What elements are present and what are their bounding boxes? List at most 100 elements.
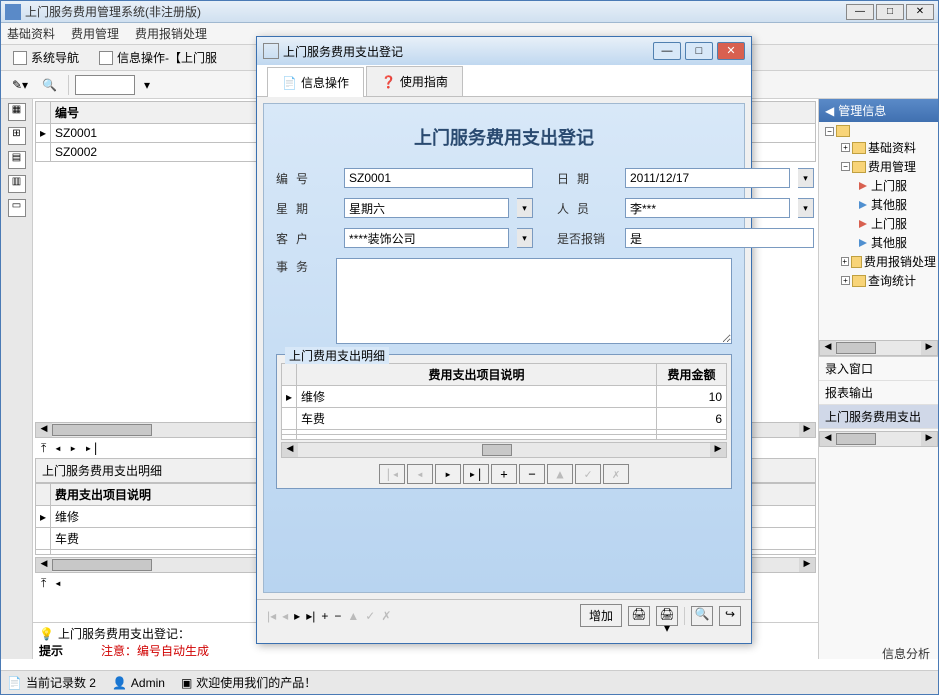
- doc-ops[interactable]: 信息操作-【上门服: [93, 47, 223, 68]
- nav-first-icon[interactable]: |◂: [379, 464, 405, 484]
- cancel-icon[interactable]: ✗: [603, 464, 629, 484]
- detail-hscroll[interactable]: ◀▶: [281, 442, 727, 458]
- cust-field[interactable]: [344, 228, 509, 248]
- dialog-minimize-button[interactable]: —: [653, 42, 681, 60]
- strip-btn-4[interactable]: ▥: [8, 175, 26, 193]
- action-report[interactable]: 报表输出: [819, 381, 938, 405]
- doc-ops-label: 信息操作-【上门服: [117, 49, 217, 66]
- chevron-down-icon[interactable]: ▾: [517, 198, 533, 218]
- nav-first-icon[interactable]: ⤒: [41, 576, 46, 591]
- user-icon: 👤: [112, 676, 127, 690]
- confirm-icon[interactable]: ✓: [365, 609, 375, 623]
- nav-last-icon[interactable]: ▸|: [463, 464, 489, 484]
- actions-hscroll[interactable]: ◀▶: [819, 431, 938, 447]
- expand-icon[interactable]: +: [841, 276, 850, 285]
- delete-icon[interactable]: −: [519, 464, 545, 484]
- nav-prev-icon[interactable]: ◂: [54, 576, 61, 590]
- collapse-icon[interactable]: −: [841, 162, 850, 171]
- expand-icon[interactable]: +: [841, 143, 850, 152]
- nav-last-icon[interactable]: ▸|: [85, 441, 99, 455]
- date-field[interactable]: [625, 168, 790, 188]
- tree-hscroll[interactable]: ◀▶: [819, 340, 938, 356]
- table-row[interactable]: 车费6: [282, 408, 727, 430]
- search-icon[interactable]: 🔍: [37, 75, 62, 95]
- dialog-window: 上门服务费用支出登记 — □ ✕ 📄 信息操作 ❓ 使用指南 上门服务费用支出登…: [256, 36, 752, 644]
- edit-icon[interactable]: ▲: [347, 609, 359, 623]
- menu-basic[interactable]: 基础资料: [7, 25, 55, 42]
- tree-basic[interactable]: +基础资料: [821, 138, 936, 157]
- confirm-icon[interactable]: ✓: [575, 464, 601, 484]
- dialog-icon: [263, 43, 279, 59]
- maximize-button[interactable]: □: [876, 4, 904, 20]
- nav-prev-icon[interactable]: ◂: [407, 464, 433, 484]
- chevron-down-icon[interactable]: ▾: [517, 228, 533, 248]
- expand-icon[interactable]: +: [841, 257, 849, 266]
- toolbar-combo[interactable]: [75, 75, 135, 95]
- table-row[interactable]: [282, 435, 727, 440]
- exit-icon[interactable]: ↪: [719, 606, 741, 626]
- nav-prev-icon[interactable]: ◂: [282, 609, 288, 623]
- strip-btn-3[interactable]: ▤: [8, 151, 26, 169]
- expand-icon[interactable]: −: [825, 127, 834, 136]
- tree-leaf[interactable]: 其他服: [821, 195, 936, 214]
- nav-last-icon[interactable]: ▸|: [306, 609, 315, 623]
- chevron-down-icon[interactable]: ▾: [798, 198, 814, 218]
- tab-guide[interactable]: ❓ 使用指南: [366, 66, 463, 96]
- tree-root[interactable]: −: [821, 124, 936, 138]
- strip-btn-5[interactable]: ▭: [8, 199, 26, 217]
- nav-next-icon[interactable]: ▸: [294, 609, 300, 623]
- add-icon[interactable]: +: [491, 464, 517, 484]
- menu-reimb[interactable]: 费用报销处理: [135, 25, 207, 42]
- reimb-label: 是否报销: [557, 230, 617, 247]
- tree-leaf[interactable]: 上门服: [821, 176, 936, 195]
- nav-next-icon[interactable]: ▸: [70, 441, 77, 455]
- strip-btn-2[interactable]: ⊞: [8, 127, 26, 145]
- edit-icon[interactable]: ▲: [547, 464, 573, 484]
- minimize-button[interactable]: —: [846, 4, 874, 20]
- dropdown-icon[interactable]: ▾: [139, 75, 155, 95]
- strip-btn-1[interactable]: ▦: [8, 103, 26, 121]
- dialog-title: 上门服务费用支出登记: [283, 43, 653, 60]
- task-textarea[interactable]: [336, 258, 732, 344]
- tree-fee[interactable]: −费用管理: [821, 157, 936, 176]
- tree-stats[interactable]: +查询统计: [821, 271, 936, 290]
- add-button[interactable]: 增加: [580, 604, 622, 627]
- add-icon[interactable]: +: [321, 609, 328, 623]
- help-icon: ❓: [381, 75, 396, 89]
- detail-col-name[interactable]: 费用支出项目说明: [297, 364, 657, 386]
- row-pointer-icon: ▸: [36, 124, 51, 143]
- doc-nav[interactable]: 系统导航: [7, 47, 85, 68]
- reimb-field[interactable]: [625, 228, 814, 248]
- tree-leaf[interactable]: 上门服: [821, 214, 936, 233]
- detail-col-amt[interactable]: 费用金额: [657, 364, 727, 386]
- edit-icon[interactable]: ✎▾: [7, 75, 33, 95]
- print-preview-icon[interactable]: 🖨▾: [656, 606, 678, 626]
- back-icon[interactable]: ◀: [825, 104, 834, 118]
- action-selected[interactable]: 上门服务费用支出: [819, 405, 938, 429]
- close-button[interactable]: ✕: [906, 4, 934, 20]
- nav-prev-icon[interactable]: ◂: [54, 441, 61, 455]
- delete-icon[interactable]: −: [334, 609, 341, 623]
- tab-ops[interactable]: 📄 信息操作: [267, 67, 364, 97]
- nav-next-icon[interactable]: ▸: [435, 464, 461, 484]
- print-icon[interactable]: 🖨: [628, 606, 650, 626]
- action-input[interactable]: 录入窗口: [819, 357, 938, 381]
- dialog-maximize-button[interactable]: □: [685, 42, 713, 60]
- dialog-titlebar[interactable]: 上门服务费用支出登记 — □ ✕: [257, 37, 751, 65]
- menu-fee[interactable]: 费用管理: [71, 25, 119, 42]
- cancel-icon[interactable]: ✗: [381, 609, 391, 623]
- dialog-footer: |◂ ◂ ▸ ▸| + − ▲ ✓ ✗ 增加 🖨 🖨▾ 🔍 ↪: [257, 599, 751, 631]
- nav-first-icon[interactable]: |◂: [267, 609, 276, 623]
- chevron-down-icon[interactable]: ▾: [798, 168, 814, 188]
- week-field[interactable]: [344, 198, 509, 218]
- person-field[interactable]: [625, 198, 790, 218]
- zoom-icon[interactable]: 🔍: [691, 606, 713, 626]
- tree-leaf[interactable]: 其他服: [821, 233, 936, 252]
- nav-first-icon[interactable]: ⤒: [41, 441, 46, 456]
- detail-table[interactable]: 费用支出项目说明 费用金额 ▸维修10 车费6: [281, 363, 727, 440]
- dialog-close-button[interactable]: ✕: [717, 42, 745, 60]
- id-field[interactable]: [344, 168, 533, 188]
- info-analysis[interactable]: 信息分析: [882, 645, 930, 662]
- tree-reimb[interactable]: +费用报销处理: [821, 252, 936, 271]
- table-row[interactable]: ▸维修10: [282, 386, 727, 408]
